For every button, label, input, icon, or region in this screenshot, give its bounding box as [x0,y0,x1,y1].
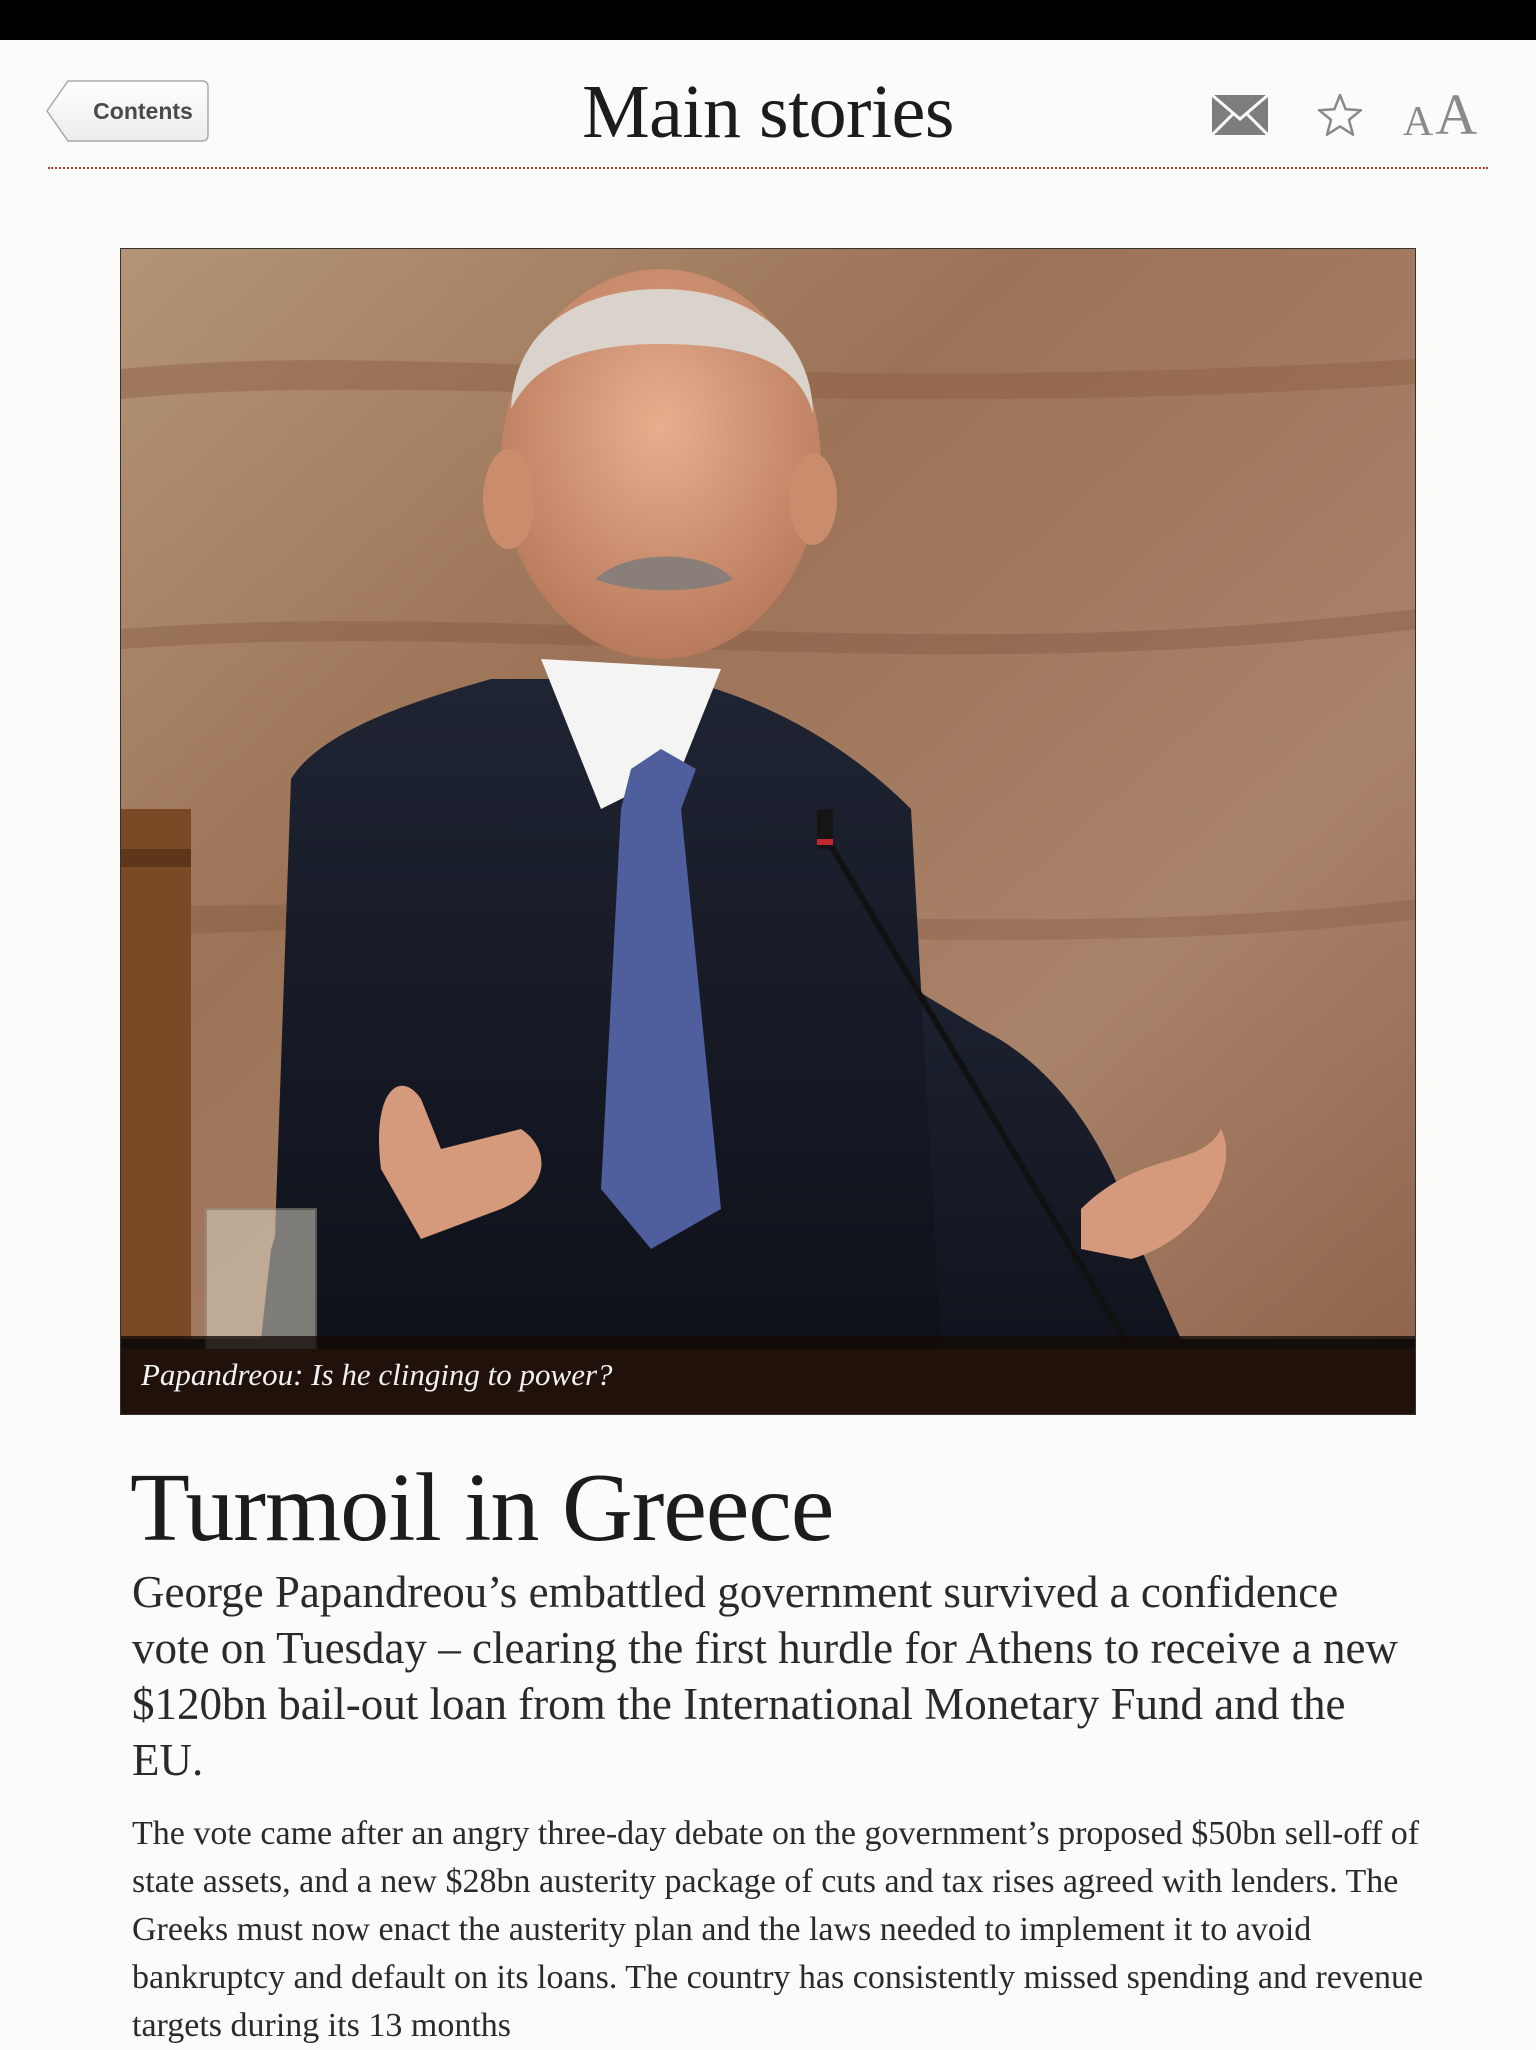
font-size-large-glyph: A [1435,82,1478,147]
article-photo[interactable]: Papandreou: Is he clinging to power? [120,248,1416,1415]
photo-caption: Papandreou: Is he clinging to power? [141,1357,613,1392]
star-icon[interactable] [1305,80,1375,150]
photo-illustration [121,249,1415,1414]
article-standfirst: George Papandreou’s embattled government… [132,1567,1398,1785]
page-title: Main stories [582,70,954,154]
photo-caption-bar: Papandreou: Is he clinging to power? [121,1336,1415,1414]
mail-icon[interactable] [1205,80,1275,150]
font-size-icon[interactable]: A A [1385,80,1495,150]
article-headline: Turmoil in Greece [130,1454,834,1562]
font-size-small-glyph: A [1402,99,1434,145]
navigation-bar: Contents Main stories A A [0,40,1536,170]
status-bar [0,0,1536,40]
article-body: The vote came after an angry three-day d… [132,1815,1424,2044]
header-divider [48,167,1488,169]
contents-back-button[interactable]: Contents [46,80,209,142]
back-button-label: Contents [93,98,193,124]
